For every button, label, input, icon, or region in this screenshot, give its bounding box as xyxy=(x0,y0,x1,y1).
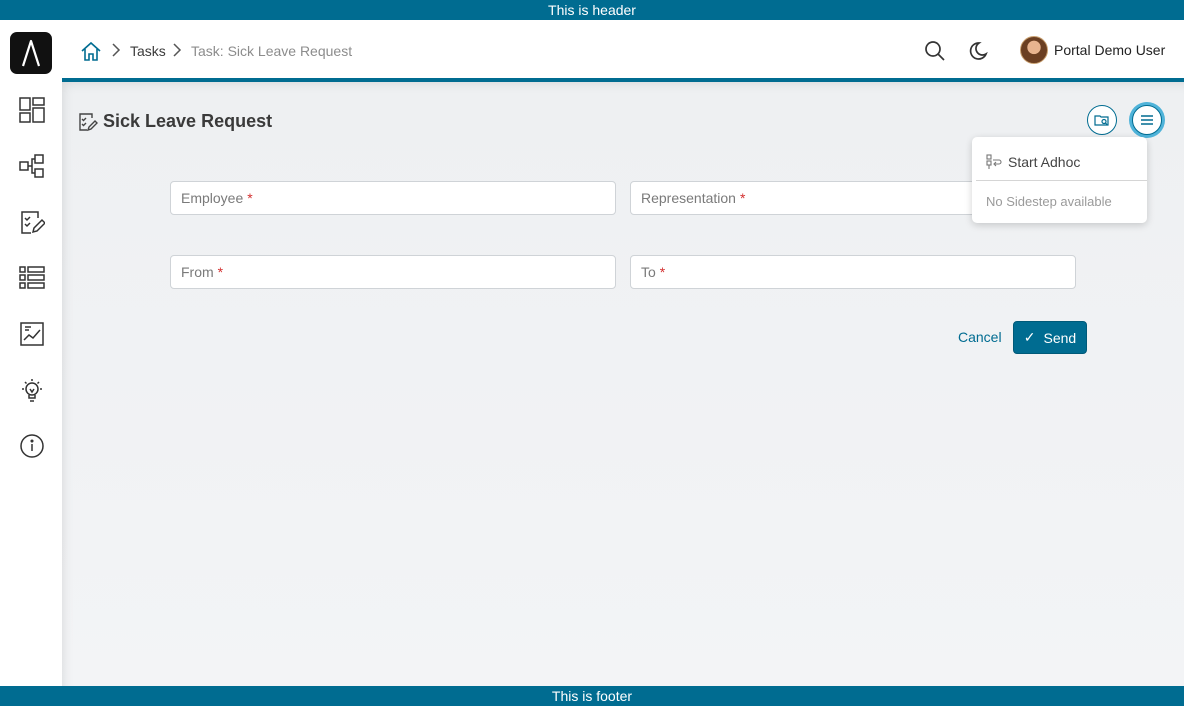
sidebar-item-tasks[interactable] xyxy=(17,207,47,237)
page-title-text: Sick Leave Request xyxy=(103,111,273,131)
sidebar-item-statistics[interactable] xyxy=(17,319,47,349)
employee-field[interactable]: Employee * xyxy=(170,181,616,215)
required-marker: * xyxy=(247,190,253,206)
home-icon[interactable] xyxy=(80,40,102,62)
employee-label: Employee xyxy=(181,190,244,206)
breadcrumb-current: Task: Sick Leave Request xyxy=(191,43,353,59)
required-marker: * xyxy=(659,264,666,280)
avatar xyxy=(1020,36,1048,64)
send-label: Send xyxy=(1043,329,1077,346)
cases-icon xyxy=(19,266,45,289)
chevron-right-icon xyxy=(112,43,121,57)
page-title: Sick Leave Request xyxy=(78,111,272,132)
info-icon xyxy=(20,434,44,458)
send-button[interactable]: ✓ Send xyxy=(1013,321,1087,354)
process-icon xyxy=(19,154,44,178)
header-banner: This is header xyxy=(0,0,1184,20)
user-name: Portal Demo User xyxy=(1054,42,1166,58)
representation-label: Representation xyxy=(641,190,736,206)
footer-banner: This is footer xyxy=(0,686,1184,706)
sidebar xyxy=(0,20,62,686)
from-label: From xyxy=(181,264,214,280)
case-details-button[interactable] xyxy=(1087,105,1117,135)
no-sidestep-text: No Sidestep available xyxy=(986,194,1112,209)
adhoc-icon xyxy=(986,154,1002,169)
statistics-icon xyxy=(20,322,44,346)
to-date-field[interactable]: To * xyxy=(630,255,1076,289)
tasks-icon xyxy=(21,211,45,234)
sidebar-item-cases[interactable] xyxy=(17,263,47,293)
folder-search-icon xyxy=(1094,115,1109,126)
breadcrumb-tasks[interactable]: Tasks xyxy=(130,43,166,59)
task-actions-button[interactable] xyxy=(1132,105,1162,135)
task-actions-menu: Start Adhoc No Sidestep available xyxy=(972,137,1147,223)
hamburger-menu-icon xyxy=(1141,115,1153,125)
start-adhoc-menu-item[interactable]: Start Adhoc xyxy=(986,154,1080,170)
user-menu[interactable]: Portal Demo User xyxy=(1020,36,1165,64)
required-marker: * xyxy=(739,190,746,206)
task-form-icon xyxy=(79,112,98,131)
app-logo[interactable] xyxy=(10,32,52,74)
start-adhoc-label: Start Adhoc xyxy=(1008,154,1081,170)
menu-divider xyxy=(976,180,1147,181)
app-header: Tasks Task: Sick Leave Request Portal De… xyxy=(62,20,1184,82)
required-marker: * xyxy=(217,264,224,280)
lightbulb-icon xyxy=(22,379,42,402)
sidebar-item-ideas[interactable] xyxy=(17,375,47,405)
dashboard-icon xyxy=(19,97,45,123)
sidebar-item-processes[interactable] xyxy=(17,151,47,181)
search-icon[interactable] xyxy=(924,40,946,62)
sidebar-item-dashboard[interactable] xyxy=(17,95,47,125)
check-icon: ✓ xyxy=(1023,329,1036,345)
from-date-field[interactable]: From * xyxy=(170,255,616,289)
sidebar-item-about[interactable] xyxy=(17,431,47,461)
chevron-right-icon xyxy=(173,43,182,57)
to-label: To xyxy=(641,264,656,280)
cancel-button[interactable]: Cancel xyxy=(958,329,1002,345)
logo-icon xyxy=(21,39,41,67)
main-content: Sick Leave Request Employee * Representat… xyxy=(62,82,1184,686)
dark-mode-icon[interactable] xyxy=(966,40,988,62)
